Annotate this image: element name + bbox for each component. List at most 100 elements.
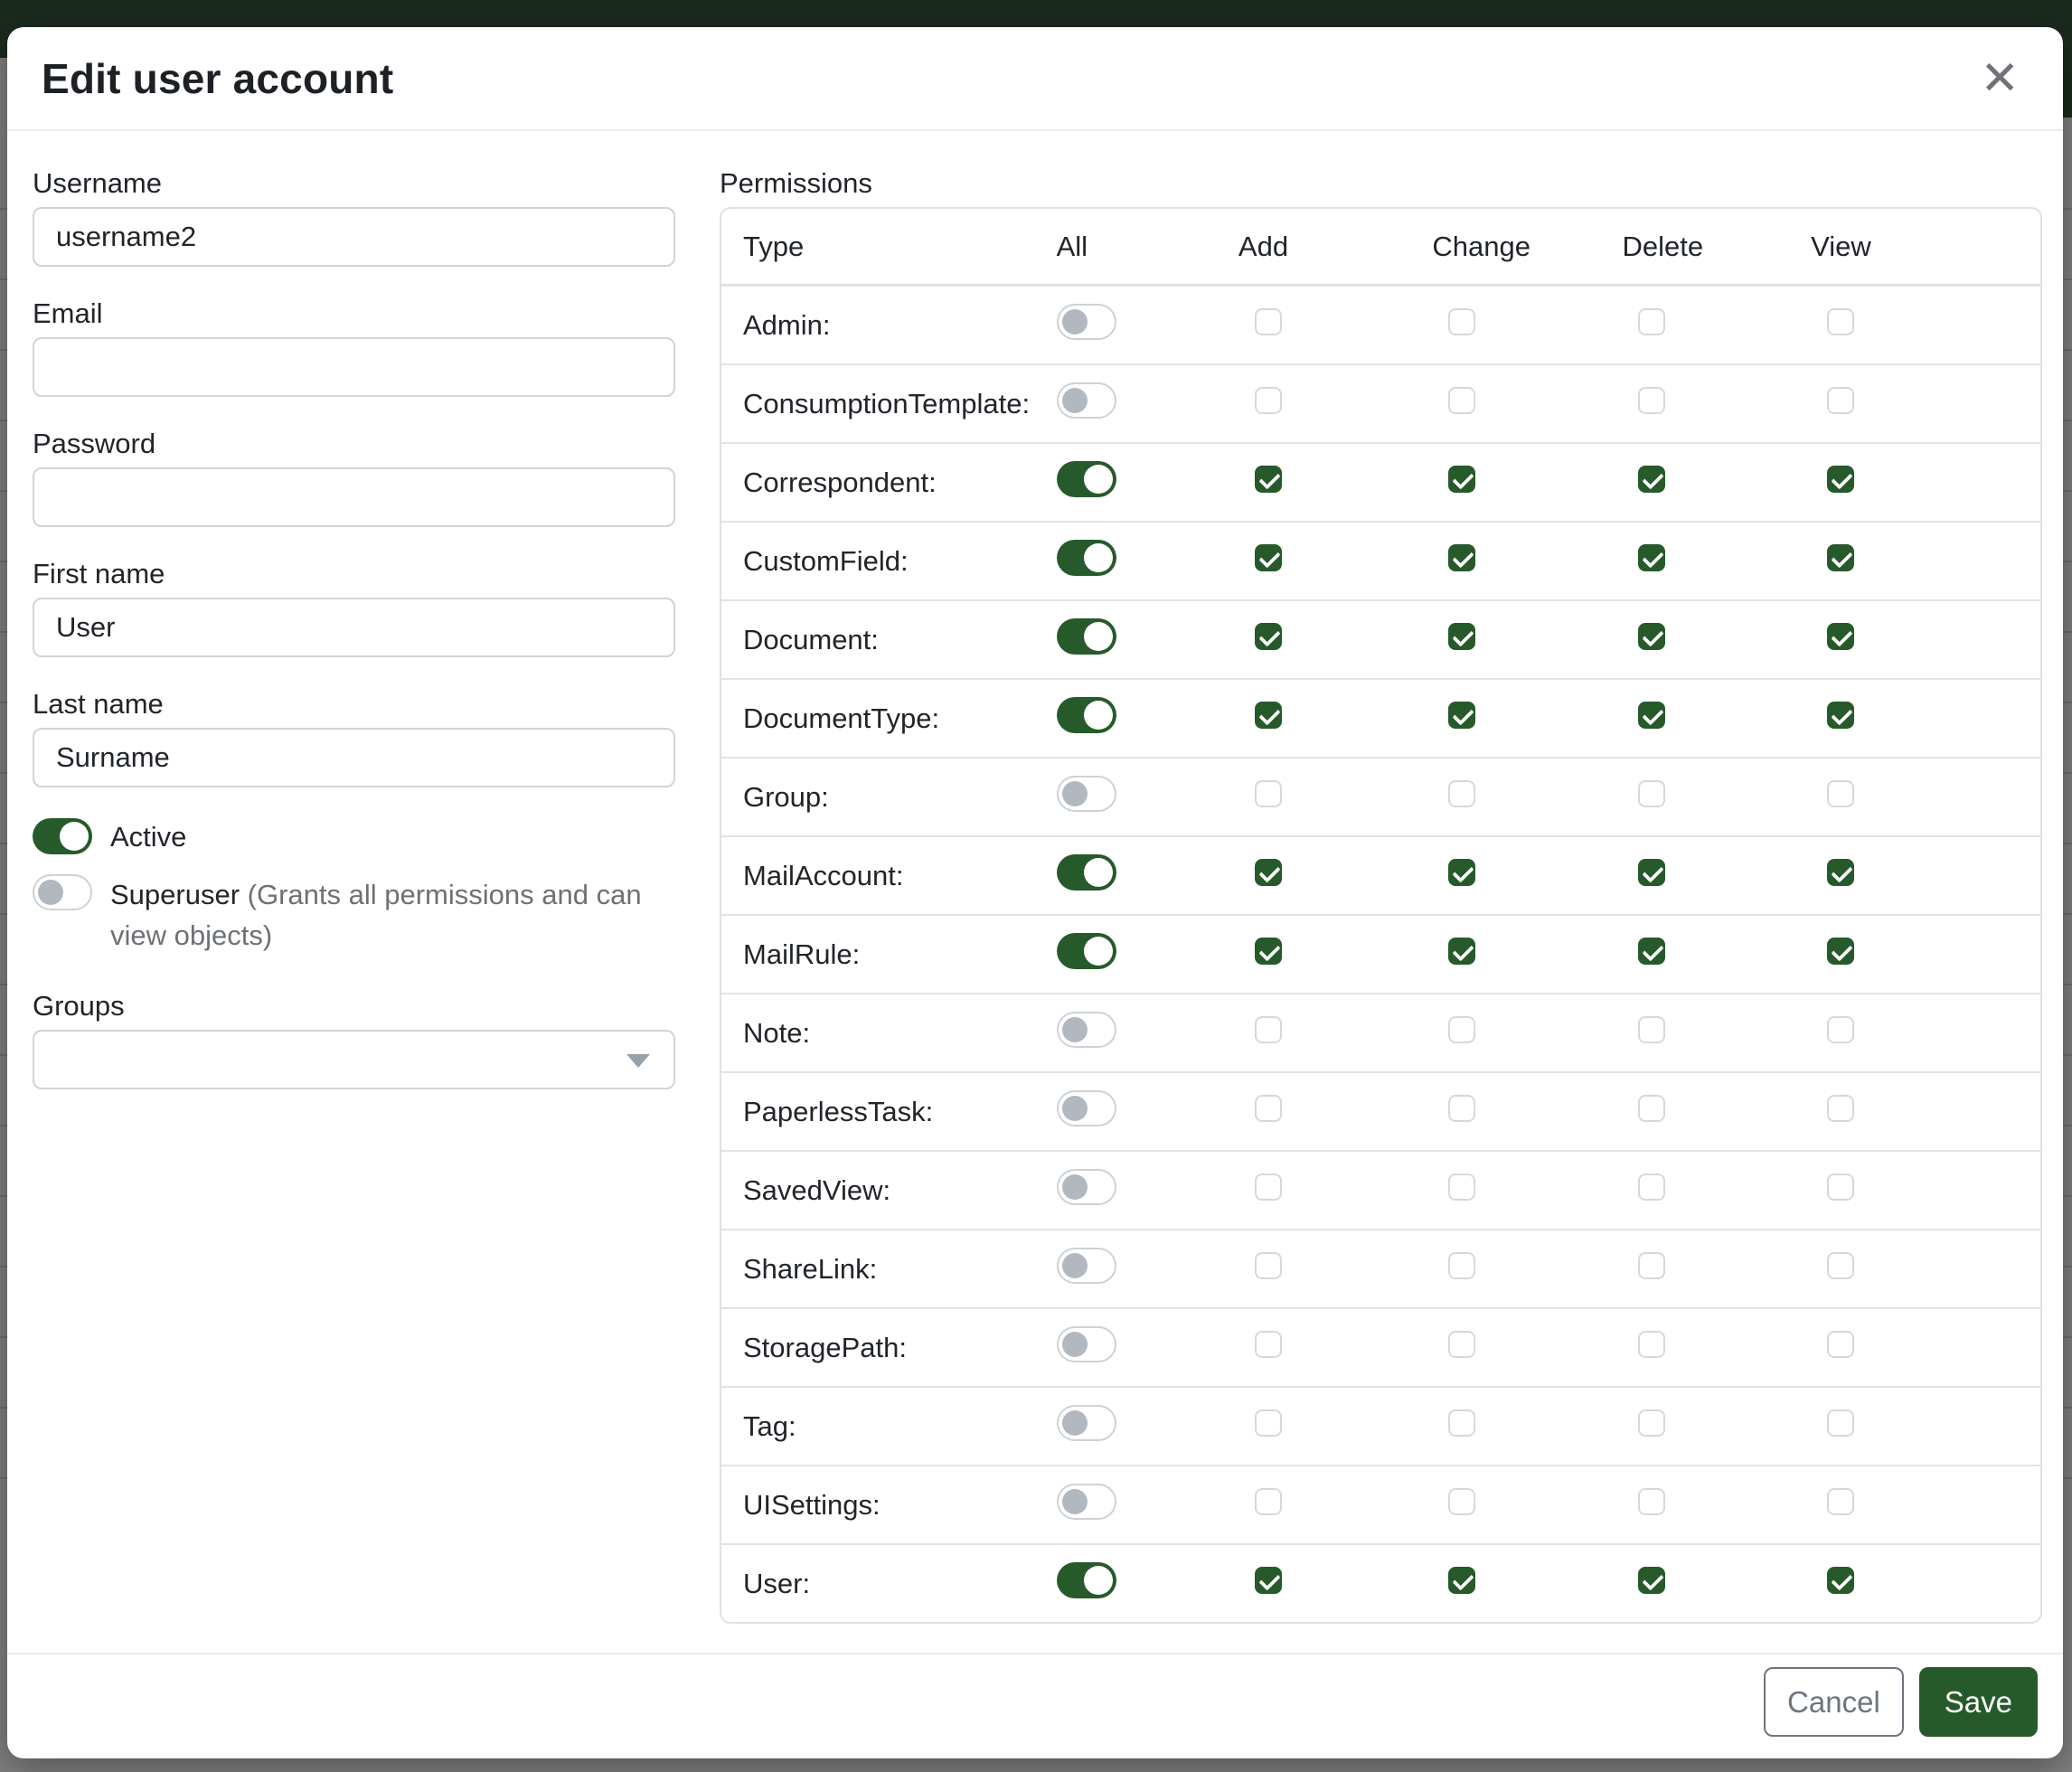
perm-view-checkbox[interactable] [1827, 1095, 1854, 1122]
perm-view-checkbox[interactable] [1827, 938, 1854, 965]
perm-delete-checkbox[interactable] [1638, 1567, 1665, 1594]
perm-delete-checkbox[interactable] [1638, 1488, 1665, 1515]
perm-change-checkbox[interactable] [1448, 938, 1475, 965]
perm-add-checkbox[interactable] [1255, 780, 1282, 807]
perm-add-checkbox[interactable] [1255, 1095, 1282, 1122]
perm-add-checkbox[interactable] [1255, 859, 1282, 886]
perm-change-checkbox[interactable] [1448, 308, 1475, 335]
perm-all-toggle[interactable] [1057, 1090, 1116, 1126]
perm-change-checkbox[interactable] [1448, 702, 1475, 729]
perm-all-toggle[interactable] [1057, 1326, 1116, 1362]
perm-add-checkbox[interactable] [1255, 466, 1282, 493]
perm-change-checkbox[interactable] [1448, 1252, 1475, 1279]
perm-all-toggle[interactable] [1057, 540, 1116, 576]
perm-add-checkbox[interactable] [1255, 387, 1282, 414]
perm-delete-checkbox[interactable] [1638, 938, 1665, 965]
perm-view-checkbox[interactable] [1827, 1567, 1854, 1594]
perm-delete-checkbox[interactable] [1638, 623, 1665, 650]
perm-view-checkbox[interactable] [1827, 780, 1854, 807]
superuser-toggle[interactable] [33, 874, 92, 910]
perm-all-toggle[interactable] [1057, 1405, 1116, 1441]
perm-view-checkbox[interactable] [1827, 859, 1854, 886]
perm-delete-checkbox[interactable] [1638, 308, 1665, 335]
perm-change-checkbox[interactable] [1448, 1331, 1475, 1358]
perm-add-checkbox[interactable] [1255, 1488, 1282, 1515]
perm-delete-checkbox[interactable] [1638, 1409, 1665, 1437]
perm-view-checkbox[interactable] [1827, 466, 1854, 493]
perm-cell-change [1432, 780, 1622, 815]
perm-change-checkbox[interactable] [1448, 1173, 1475, 1201]
perm-change-checkbox[interactable] [1448, 1488, 1475, 1515]
perm-change-checkbox[interactable] [1448, 544, 1475, 571]
perm-change-checkbox[interactable] [1448, 1016, 1475, 1043]
perm-all-toggle[interactable] [1057, 1562, 1116, 1598]
perm-view-checkbox[interactable] [1827, 1331, 1854, 1358]
perm-all-toggle[interactable] [1057, 618, 1116, 655]
first-name-input[interactable] [33, 598, 675, 657]
perm-change-checkbox[interactable] [1448, 466, 1475, 493]
perm-delete-checkbox[interactable] [1638, 1331, 1665, 1358]
perm-add-checkbox[interactable] [1255, 1331, 1282, 1358]
perm-cell-add [1238, 702, 1432, 736]
active-toggle[interactable] [33, 818, 92, 854]
perm-all-toggle[interactable] [1057, 933, 1116, 969]
perm-add-checkbox[interactable] [1255, 702, 1282, 729]
perm-change-checkbox[interactable] [1448, 623, 1475, 650]
perm-change-checkbox[interactable] [1448, 1567, 1475, 1594]
perm-all-toggle[interactable] [1057, 461, 1116, 497]
perm-change-checkbox[interactable] [1448, 387, 1475, 414]
perm-change-checkbox[interactable] [1448, 1095, 1475, 1122]
perm-view-checkbox[interactable] [1827, 1016, 1854, 1043]
perm-delete-checkbox[interactable] [1638, 702, 1665, 729]
perm-change-checkbox[interactable] [1448, 780, 1475, 807]
perm-add-checkbox[interactable] [1255, 544, 1282, 571]
perm-delete-checkbox[interactable] [1638, 544, 1665, 571]
perm-all-toggle[interactable] [1057, 776, 1116, 812]
perm-delete-checkbox[interactable] [1638, 1173, 1665, 1201]
perm-view-checkbox[interactable] [1827, 387, 1854, 414]
perm-add-checkbox[interactable] [1255, 938, 1282, 965]
perm-view-checkbox[interactable] [1827, 308, 1854, 335]
perm-delete-checkbox[interactable] [1638, 387, 1665, 414]
save-button[interactable]: Save [1919, 1667, 2038, 1737]
perm-delete-checkbox[interactable] [1638, 859, 1665, 886]
perm-delete-checkbox[interactable] [1638, 1016, 1665, 1043]
perm-add-checkbox[interactable] [1255, 623, 1282, 650]
perm-add-checkbox[interactable] [1255, 1252, 1282, 1279]
last-name-input[interactable] [33, 728, 675, 787]
perm-all-toggle[interactable] [1057, 697, 1116, 733]
perm-change-checkbox[interactable] [1448, 1409, 1475, 1437]
perm-all-toggle[interactable] [1057, 304, 1116, 340]
perm-view-checkbox[interactable] [1827, 1409, 1854, 1437]
perm-all-toggle[interactable] [1057, 854, 1116, 891]
perm-delete-checkbox[interactable] [1638, 780, 1665, 807]
perm-all-toggle[interactable] [1057, 382, 1116, 419]
close-icon[interactable]: ✕ [1971, 52, 2029, 106]
perm-add-checkbox[interactable] [1255, 1173, 1282, 1201]
perm-view-checkbox[interactable] [1827, 544, 1854, 571]
perm-add-checkbox[interactable] [1255, 1567, 1282, 1594]
perm-view-checkbox[interactable] [1827, 702, 1854, 729]
email-field[interactable] [33, 337, 675, 397]
perm-view-checkbox[interactable] [1827, 623, 1854, 650]
perm-add-checkbox[interactable] [1255, 1409, 1282, 1437]
perm-delete-checkbox[interactable] [1638, 1252, 1665, 1279]
perm-add-checkbox[interactable] [1255, 308, 1282, 335]
permissions-header-row: TypeAllAddChangeDeleteView [721, 209, 2040, 285]
username-input[interactable] [33, 207, 675, 267]
superuser-text: Superuser (Grants all permissions and ca… [110, 874, 675, 956]
groups-select[interactable] [33, 1030, 675, 1089]
perm-view-checkbox[interactable] [1827, 1252, 1854, 1279]
perm-view-checkbox[interactable] [1827, 1488, 1854, 1515]
cancel-button[interactable]: Cancel [1764, 1667, 1904, 1737]
perm-delete-checkbox[interactable] [1638, 466, 1665, 493]
perm-delete-checkbox[interactable] [1638, 1095, 1665, 1122]
perm-add-checkbox[interactable] [1255, 1016, 1282, 1043]
perm-change-checkbox[interactable] [1448, 859, 1475, 886]
perm-all-toggle[interactable] [1057, 1248, 1116, 1284]
perm-all-toggle[interactable] [1057, 1484, 1116, 1520]
perm-view-checkbox[interactable] [1827, 1173, 1854, 1201]
perm-all-toggle[interactable] [1057, 1169, 1116, 1205]
password-field[interactable] [33, 467, 675, 527]
perm-all-toggle[interactable] [1057, 1012, 1116, 1048]
